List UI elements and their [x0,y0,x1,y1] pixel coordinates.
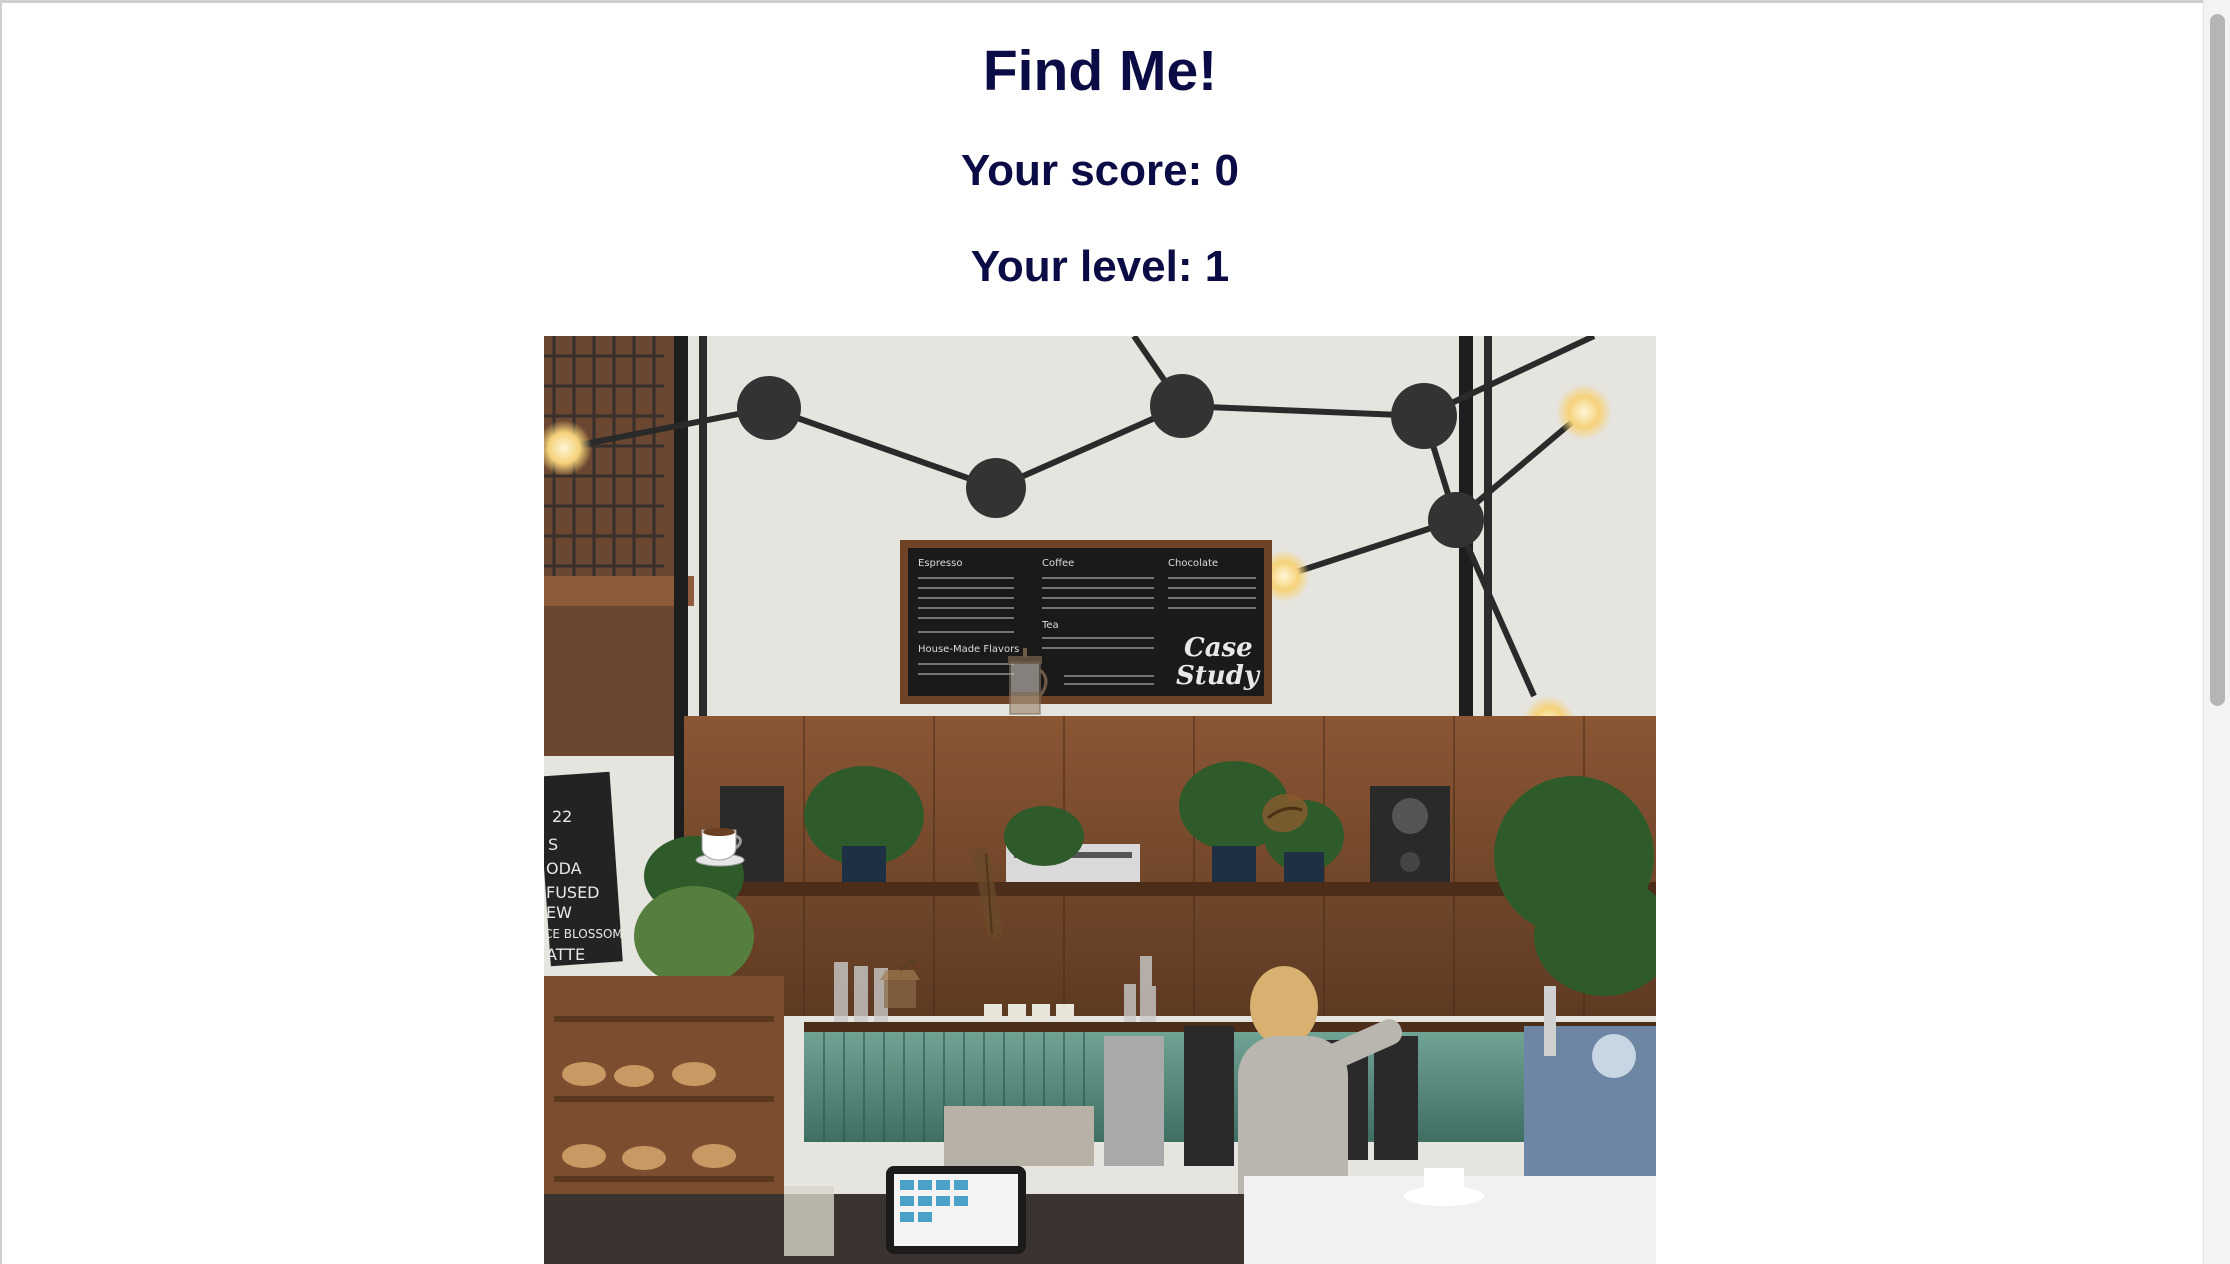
side-sign-text: ODA [546,859,582,878]
pastry-shelf [554,1176,774,1182]
menu-heading: Tea [1041,620,1059,631]
coffee-cup-icon [695,828,745,867]
menu-heading: Chocolate [1168,558,1218,569]
speaker-tweeter [1400,852,1420,872]
cinnamon-stick-icon [973,848,1003,940]
coffee-bean-hidden-object[interactable] [1260,790,1310,836]
score-display: Your score: 0 [961,146,1239,195]
game-title: Find Me! [982,39,1218,103]
cup-on-counter [1424,1168,1464,1200]
menu-heading: Espresso [918,558,962,569]
side-sign-text: FUSED [546,883,600,902]
menu-sign-text: Study [1176,661,1261,691]
menu-sign-text: Case [1184,633,1253,663]
espresso-machine-gauge [1592,1034,1636,1078]
steam-wand [1544,986,1556,1056]
speaker-cone [1392,798,1428,834]
toaster-row [944,1106,1094,1166]
french-press-icon [1008,648,1048,715]
glass-jar [784,1186,834,1256]
game-page: Find Me! Your score: 0 Your level: 1 Esp… [0,0,2200,1264]
coffee-grinder-hidden-object[interactable] [874,960,926,1010]
brewer [1104,1036,1164,1166]
menu-heading: Coffee [1042,558,1074,569]
cafe-scene-illustration: Espresso Coffee Chocolate Tea House-Made… [544,336,1656,1264]
pastry-shelf [554,1096,774,1102]
side-sign-text: EW [546,903,572,922]
level-display: Your level: 1 [970,242,1230,291]
coffee-cup-hidden-object[interactable] [694,824,746,868]
pos-tablet [886,1166,1026,1254]
side-sign-text: CE BLOSSOM [544,927,623,941]
espresso-machine [1524,1026,1656,1176]
mezzanine-beam [544,576,694,606]
coffee-bean-icon [1262,793,1308,833]
side-sign-text: ATTE [546,945,585,964]
french-press-hidden-object[interactable] [1002,648,1052,720]
cinnamon-stick-hidden-object[interactable] [972,848,1004,940]
vertical-scrollbar[interactable] [2203,0,2230,1264]
side-sign-text: 22 [552,807,572,826]
hidden-object-scene[interactable]: Espresso Coffee Chocolate Tea House-Made… [544,336,1656,1264]
pastry-shelf [554,1016,774,1022]
side-sign-text: S [548,835,558,854]
menu-board: Espresso Coffee Chocolate Tea House-Made… [900,540,1272,704]
scrollbar-thumb[interactable] [2210,14,2225,706]
coffee-grinder-icon [880,960,920,1008]
side-menu-sign: 22 S ODA FUSED EW CE BLOSSOM ATTE [544,771,623,967]
